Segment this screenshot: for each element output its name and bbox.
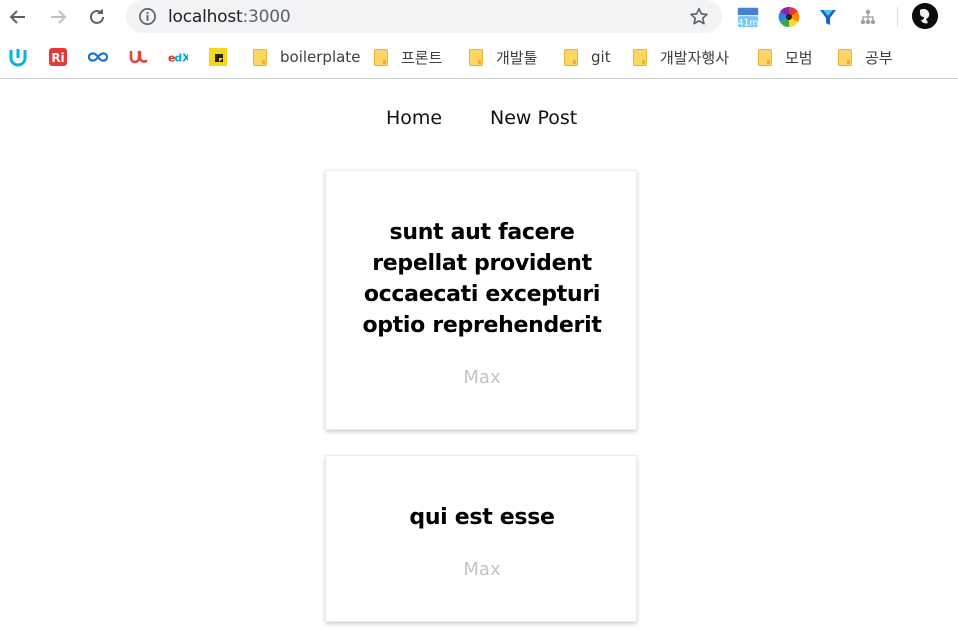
profile-avatar[interactable]: [912, 3, 938, 29]
forward-button[interactable]: [45, 4, 71, 30]
back-arrow-icon: [9, 10, 25, 24]
reload-button[interactable]: [84, 4, 110, 30]
forward-arrow-icon: [51, 10, 67, 24]
folder-icon: [561, 47, 581, 67]
bookmark-frontend[interactable]: 프론트: [371, 46, 442, 68]
post-card[interactable]: sunt aut facere repellat provident occae…: [325, 170, 637, 430]
filter-extension-icon[interactable]: [816, 5, 840, 29]
bookmark-dev-events[interactable]: 개발자행사: [630, 46, 729, 68]
bookmark-star-icon[interactable]: [688, 6, 710, 28]
bookmark-devtools[interactable]: 개발툴: [466, 46, 537, 68]
back-button[interactable]: [5, 4, 31, 30]
folder-icon: [371, 47, 391, 67]
edx-icon: edX: [168, 47, 188, 67]
toolbar-divider: [897, 7, 898, 27]
post-author: Max: [463, 367, 501, 388]
bookmark-udacity[interactable]: [8, 46, 28, 68]
folder-icon: [835, 47, 855, 67]
chrome-separator: [0, 78, 958, 79]
post-title: qui est esse: [409, 505, 555, 530]
svg-text:dX: dX: [174, 52, 188, 65]
folder-icon: [466, 47, 486, 67]
url-text: localhost:3000: [168, 7, 291, 27]
infinity-icon: [88, 47, 108, 67]
nav-home-link[interactable]: Home: [386, 107, 442, 129]
post-card[interactable]: qui est esse Max: [325, 455, 637, 622]
site-nav: Home New Post: [0, 107, 958, 135]
folder-icon: [755, 47, 775, 67]
bookmark-edx[interactable]: edX: [168, 46, 188, 68]
bookmark-sticky[interactable]: [208, 46, 228, 68]
bookmark-git[interactable]: git: [561, 46, 611, 68]
post-title: sunt aut facere repellat provident occae…: [362, 220, 602, 338]
ridibooks-icon: Ri: [48, 47, 68, 67]
colorwheel-extension-icon[interactable]: [777, 5, 801, 29]
folder-icon: [630, 47, 650, 67]
reload-icon: [90, 9, 104, 24]
bookmark-udemy[interactable]: [128, 46, 148, 68]
sticky-note-icon: [208, 47, 228, 67]
bookmark-boilerplate[interactable]: boilerplate: [250, 46, 360, 68]
avatar-icon: [912, 3, 938, 29]
info-icon: [139, 8, 156, 25]
svg-text:41m: 41m: [738, 17, 759, 28]
tree-extension-icon[interactable]: [856, 5, 880, 29]
post-author: Max: [463, 559, 501, 580]
udemy-icon: [128, 47, 148, 67]
bookmarks-bar: Ri edX boilerplate 프론트 개발툴 git 개발자행사 모범 …: [0, 38, 958, 76]
udacity-icon: [8, 47, 28, 67]
address-bar[interactable]: localhost:3000: [126, 0, 722, 33]
svg-text:Ri: Ri: [51, 51, 64, 65]
bookmark-infinity[interactable]: [88, 46, 108, 68]
bookmark-examples[interactable]: 모범: [755, 46, 813, 68]
calendar-extension-icon[interactable]: 41m: [736, 5, 760, 29]
bookmark-study[interactable]: 공부: [835, 46, 893, 68]
bookmark-ridibooks[interactable]: Ri: [48, 46, 68, 68]
nav-new-post-link[interactable]: New Post: [490, 107, 577, 129]
browser-toolbar: localhost:3000 41m: [0, 0, 958, 34]
folder-icon: [250, 47, 270, 67]
